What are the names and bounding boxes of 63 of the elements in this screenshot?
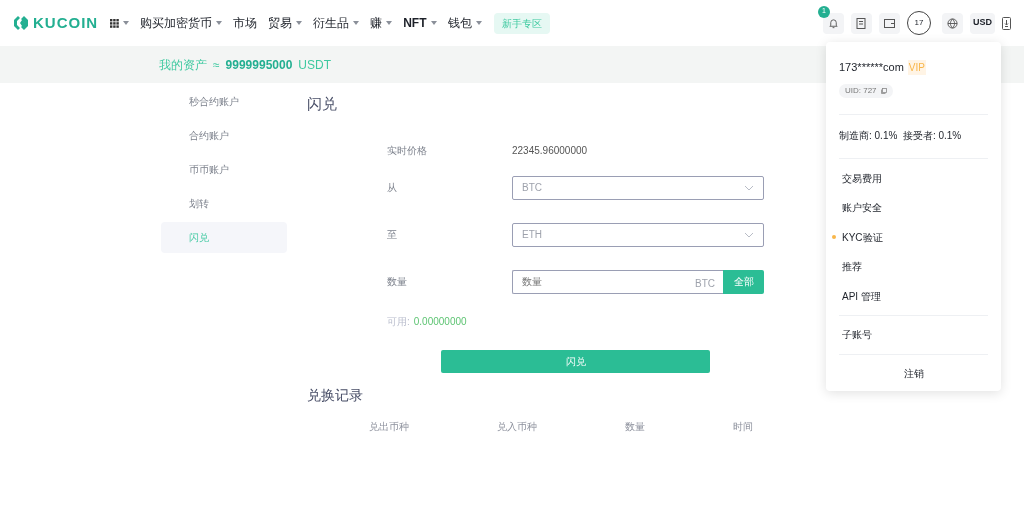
caret-icon: [430, 21, 437, 25]
notification-button[interactable]: [823, 12, 844, 34]
download-icon[interactable]: [1002, 16, 1011, 30]
globe-icon: [947, 17, 958, 29]
menu-item[interactable]: 子账号: [829, 320, 988, 350]
nav-item[interactable]: 贸易: [268, 14, 303, 32]
approx-sign: ≈: [213, 56, 220, 74]
wallet-icon: [884, 18, 895, 28]
records-title: 兑换记录: [307, 385, 364, 405]
to-label: 至: [387, 228, 398, 242]
column-header: 兑出币种: [369, 419, 409, 434]
assets-label: 我的资产: [159, 56, 207, 74]
currency-button[interactable]: USD: [970, 12, 995, 34]
to-placeholder: ETH: [522, 228, 542, 242]
from-placeholder: BTC: [522, 181, 542, 195]
fee-rates: 制造商: 0.1% 接受者: 0.1%: [839, 128, 963, 143]
vip-badge: VIP: [907, 59, 926, 75]
nav-item[interactable]: NFT: [403, 14, 437, 32]
menu-item[interactable]: 交易费用: [829, 163, 988, 193]
wallet-button[interactable]: [879, 12, 900, 34]
price-label: 实时价格: [387, 144, 428, 158]
menu-item[interactable]: 推荐: [829, 252, 988, 282]
from-label: 从: [387, 181, 398, 195]
sidebar-item[interactable]: 划转: [161, 188, 287, 219]
document-icon: [856, 17, 867, 29]
menu-item[interactable]: API 管理: [829, 281, 988, 311]
available-value: 0.00000000: [413, 314, 467, 329]
assets-amount: 9999995000: [225, 56, 293, 74]
nav-item[interactable]: 市场: [233, 14, 258, 32]
caret-icon: [353, 21, 360, 25]
user-name: 173******com: [839, 60, 904, 75]
logo-icon[interactable]: [13, 15, 29, 31]
nav-item[interactable]: 赚: [370, 14, 393, 32]
chevron-down-icon: [744, 231, 754, 238]
sidebar-item[interactable]: 币币账户: [161, 154, 287, 185]
bell-icon: [828, 17, 839, 29]
sidebar-item[interactable]: 秒合约账户: [161, 86, 287, 117]
nav-item[interactable]: 购买加密货币: [140, 14, 223, 32]
nav-item[interactable]: 衍生品: [313, 14, 360, 32]
logout-button[interactable]: 注销: [839, 354, 988, 393]
amount-label: 数量: [387, 275, 408, 289]
available-label: 可用:: [387, 314, 410, 329]
uid-tag: UID: 727: [839, 83, 893, 98]
caret-icon: [386, 21, 393, 25]
column-header: 数量: [625, 419, 645, 434]
column-header: 时间: [733, 419, 753, 434]
caret-icon: [475, 21, 482, 25]
caret-icon: [296, 21, 303, 25]
column-header: 兑入币种: [497, 419, 537, 434]
price-value: 22345.96000000: [512, 144, 588, 158]
caret-icon: [123, 21, 130, 25]
language-button[interactable]: [942, 12, 963, 34]
amount-unit: BTC: [695, 276, 715, 291]
page-title: 闪兑: [307, 94, 338, 114]
orders-button[interactable]: [851, 12, 872, 34]
sidebar-item[interactable]: 合约账户: [161, 120, 287, 151]
menu-item[interactable]: KYC验证: [829, 222, 988, 252]
nav-item[interactable]: 钱包: [447, 14, 482, 32]
assets-unit: USDT: [298, 56, 331, 74]
menu-item[interactable]: 账户安全: [829, 193, 988, 223]
apps-grid-icon[interactable]: [110, 18, 120, 28]
caret-icon: [216, 21, 223, 25]
chevron-down-icon: [744, 184, 754, 191]
